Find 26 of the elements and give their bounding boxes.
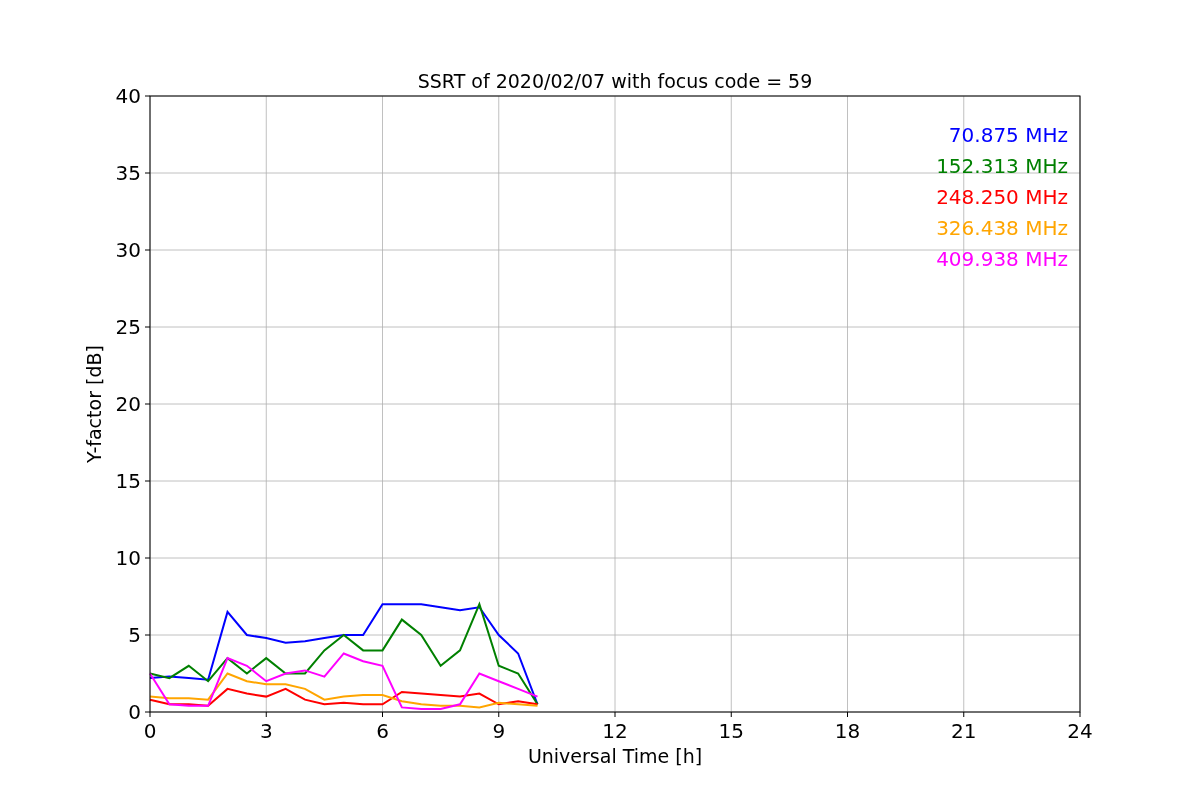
y-tick-label: 25 (115, 315, 141, 339)
x-tick-label: 21 (951, 719, 977, 743)
y-axis-label: Y-factor [dB] (83, 345, 105, 463)
x-tick-label: 24 (1067, 719, 1093, 743)
y-tick-label: 10 (115, 546, 141, 570)
x-tick-label: 12 (602, 719, 628, 743)
x-axis-label: Universal Time [h] (527, 745, 703, 767)
y-tick-label: 30 (115, 238, 141, 262)
legend-label: 152.313 MHz (936, 154, 1068, 178)
x-tick-label: 18 (834, 719, 861, 743)
y-tick-label: 15 (115, 469, 141, 493)
y-tick-label: 20 (115, 392, 141, 416)
legend-label: 70.875 MHz (948, 123, 1068, 147)
legend-label: 248.250 MHz (936, 185, 1068, 209)
x-tick-label: 6 (376, 719, 389, 743)
legend-label: 409.938 MHz (936, 247, 1068, 271)
x-tick-label: 0 (143, 719, 157, 743)
y-tick-label: 35 (115, 161, 141, 185)
y-tick-label: 0 (128, 700, 141, 724)
y-tick-label: 5 (128, 623, 141, 647)
x-tick-label: 9 (492, 719, 506, 743)
y-tick-label: 40 (115, 84, 141, 108)
x-tick-label: 15 (718, 719, 744, 743)
legend-label: 326.438 MHz (936, 216, 1068, 240)
x-tick-label: 3 (259, 719, 273, 743)
chart-title: SSRT of 2020/02/07 with focus code = 59 (417, 70, 813, 92)
